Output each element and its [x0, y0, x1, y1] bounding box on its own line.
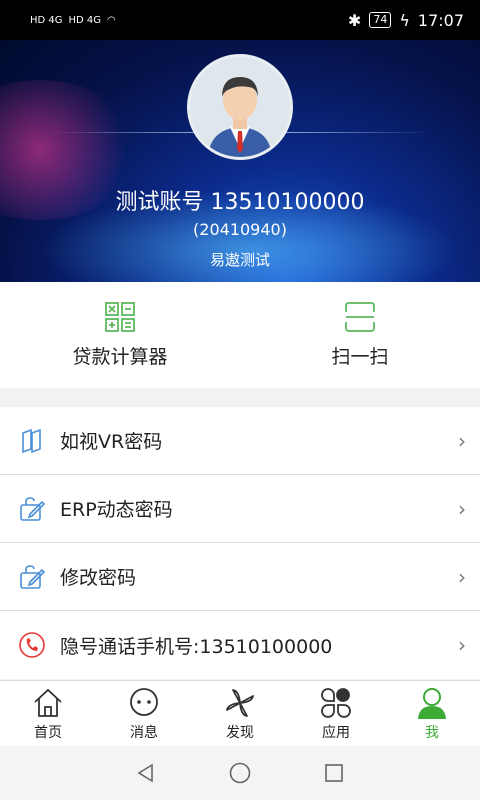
- chevron-right-icon: ›: [458, 564, 466, 589]
- network-1: HD 4G: [30, 14, 63, 26]
- tool-label: 扫一扫: [331, 346, 389, 368]
- menu-label: 修改密码: [60, 567, 137, 589]
- scan-button[interactable]: 扫一扫: [240, 282, 480, 388]
- company-name: 易遨测试: [209, 251, 270, 269]
- menu-item-vr-password[interactable]: 如视VR密码 ›: [0, 407, 480, 475]
- tab-discover[interactable]: 发现: [192, 681, 288, 746]
- me-icon: [418, 688, 446, 719]
- charging-icon: ϟ: [399, 10, 410, 30]
- calculator-icon: [105, 302, 135, 332]
- tab-apps[interactable]: 应用: [288, 681, 384, 746]
- tab-label: 应用: [322, 725, 350, 741]
- edit-lock-icon: [20, 496, 46, 521]
- network-indicators: HD 4G HD 4G ◠: [30, 15, 116, 26]
- tool-shortcuts: 贷款计算器 扫一扫: [0, 282, 480, 388]
- chevron-right-icon: ›: [458, 496, 466, 521]
- discover-icon: [226, 689, 254, 717]
- scan-icon: [345, 302, 375, 332]
- avatar-person-icon: [190, 57, 290, 157]
- account-line: 测试账号 13510100000: [115, 190, 365, 215]
- settings-menu: 如视VR密码 › ERP动态密码 › 修改密码 › 隐号通话手机号:135101…: [0, 407, 480, 679]
- clock: 17:07: [417, 10, 464, 30]
- system-navigation-bar: [0, 746, 480, 800]
- apps-icon: [321, 688, 351, 718]
- bluetooth-icon: ✱: [347, 10, 362, 30]
- tab-messages[interactable]: 消息: [96, 681, 192, 746]
- menu-item-hidden-call-number[interactable]: 隐号通话手机号:13510100000 ›: [0, 611, 480, 679]
- message-icon: [130, 688, 158, 716]
- profile-header: 测试账号 13510100000 (20410940) 易遨测试: [0, 40, 480, 282]
- network-2: HD 4G: [68, 14, 102, 26]
- chevron-right-icon: ›: [458, 428, 466, 453]
- home-icon: [34, 688, 62, 717]
- menu-item-change-password[interactable]: 修改密码 ›: [0, 543, 480, 611]
- wifi-icon: ◠: [107, 14, 116, 26]
- edit-lock-icon: [20, 564, 46, 589]
- tab-home[interactable]: 首页: [0, 681, 96, 746]
- loan-calculator-button[interactable]: 贷款计算器: [0, 282, 240, 388]
- avatar[interactable]: [187, 54, 293, 160]
- tab-me[interactable]: 我: [384, 681, 480, 746]
- menu-label: ERP动态密码: [60, 499, 173, 521]
- back-icon[interactable]: [135, 762, 157, 784]
- vr-icon: [22, 428, 41, 453]
- home-circle-icon[interactable]: [228, 761, 252, 785]
- tool-label: 贷款计算器: [72, 346, 168, 368]
- menu-item-erp-password[interactable]: ERP动态密码 ›: [0, 475, 480, 543]
- menu-label: 隐号通话手机号:13510100000: [60, 635, 333, 658]
- tab-label: 消息: [130, 725, 158, 741]
- tab-label: 我: [425, 725, 439, 741]
- menu-label: 如视VR密码: [60, 431, 163, 453]
- recents-icon[interactable]: [323, 762, 345, 784]
- battery-level: 74: [369, 12, 392, 28]
- tab-label: 发现: [226, 725, 254, 741]
- tab-label: 首页: [34, 725, 62, 741]
- bottom-tab-bar: 首页 消息 发现 应用 我: [0, 680, 480, 746]
- status-bar: HD 4G HD 4G ◠ ✱ 74 ϟ 17:07: [0, 0, 480, 40]
- chevron-right-icon: ›: [458, 633, 466, 657]
- employee-code: (20410940): [193, 220, 287, 239]
- phone-icon: [19, 632, 45, 658]
